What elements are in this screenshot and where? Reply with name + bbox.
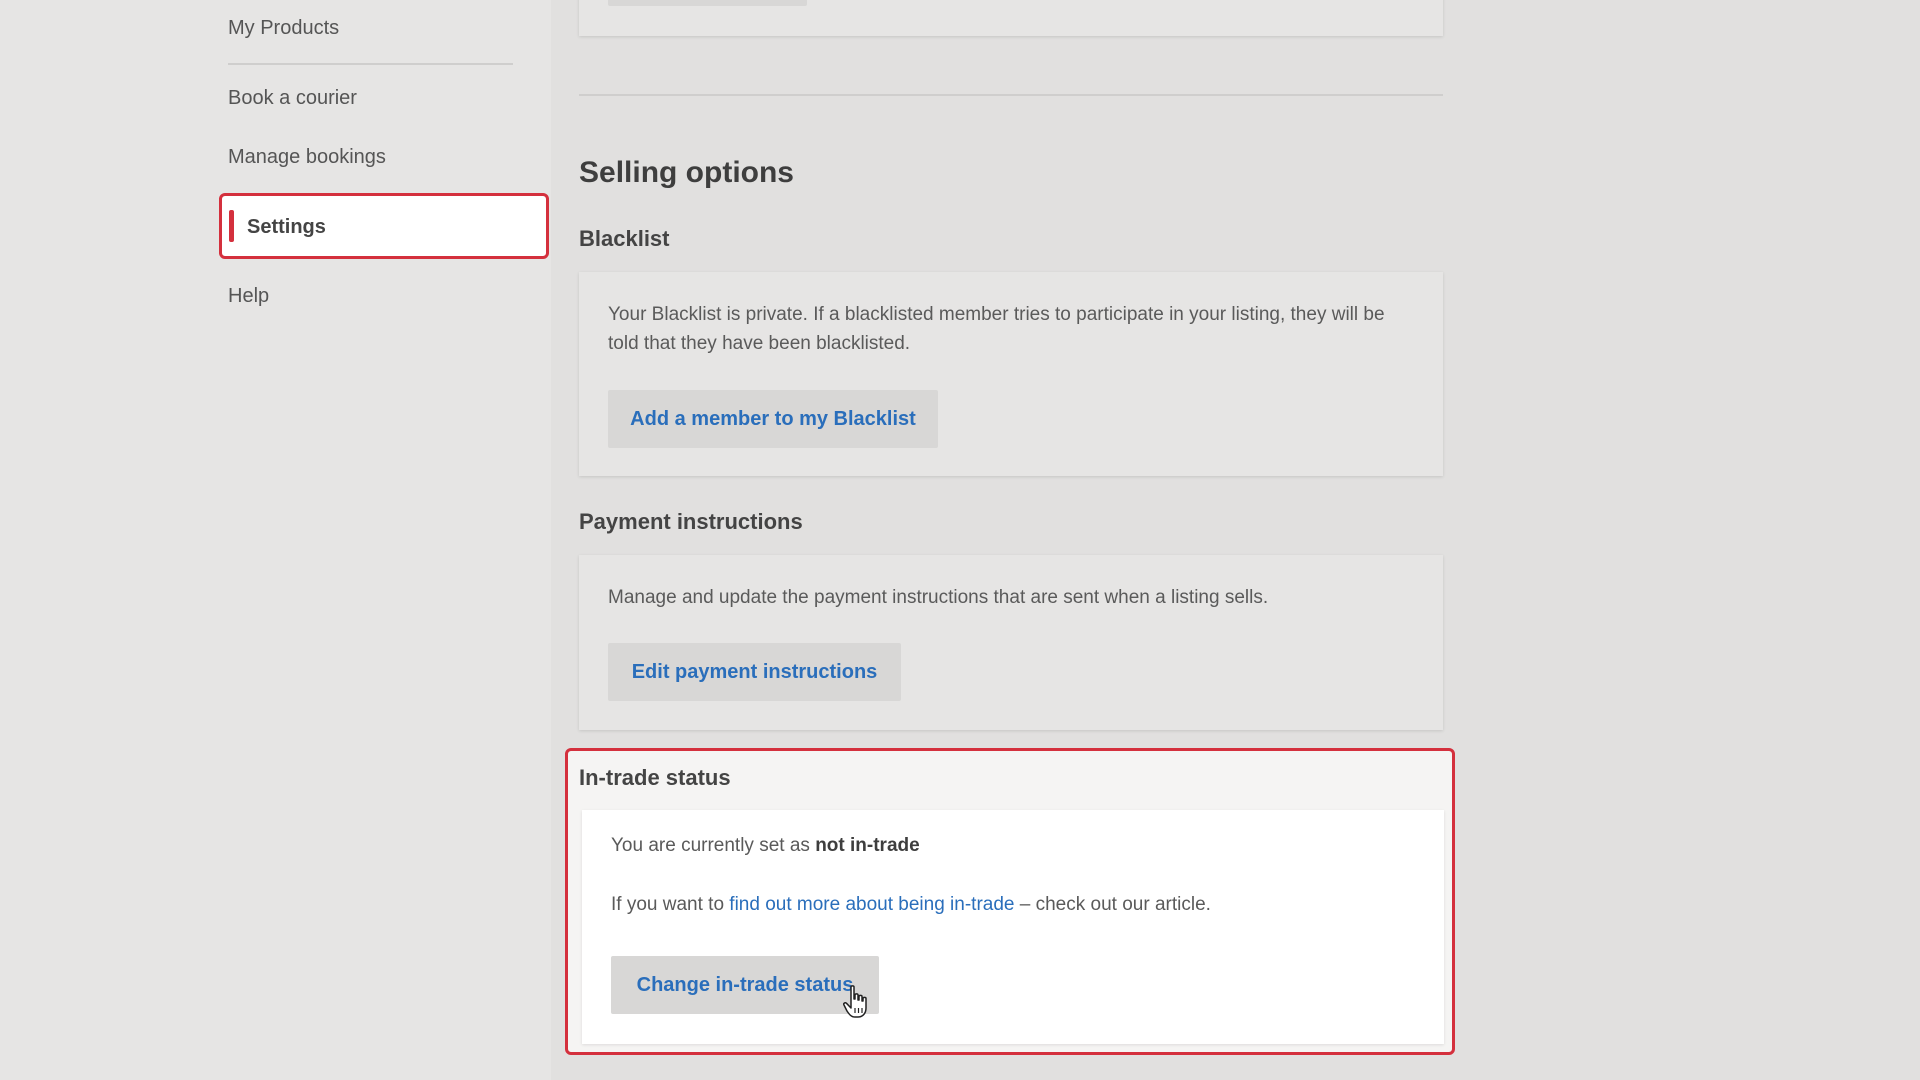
previous-card (579, 0, 1443, 36)
change-intrade-status-button[interactable]: Change in-trade status (611, 956, 879, 1014)
intrade-status-prefix: You are currently set as (611, 835, 816, 856)
sidebar-divider (228, 63, 513, 65)
intrade-status-text: You are currently set as not in-trade (611, 835, 920, 857)
previous-card-button[interactable] (608, 0, 807, 6)
sidebar-item-manage-bookings[interactable]: Manage bookings (228, 146, 386, 169)
active-indicator (229, 210, 234, 242)
sidebar-item-book-courier[interactable]: Book a courier (228, 87, 357, 110)
section-divider (579, 94, 1443, 96)
sidebar-item-settings[interactable]: Settings (219, 193, 549, 259)
blacklist-card: Your Blacklist is private. If a blacklis… (579, 272, 1443, 476)
sidebar: My Products Book a courier Manage bookin… (0, 0, 551, 1080)
payment-heading: Payment instructions (579, 509, 803, 534)
intrade-status-value: not in-trade (815, 835, 920, 856)
hand-cursor-icon (843, 985, 867, 1018)
sidebar-item-help[interactable]: Help (228, 285, 269, 308)
sidebar-item-my-products[interactable]: My Products (228, 17, 339, 40)
blacklist-heading: Blacklist (579, 226, 670, 251)
intrade-info-suffix: – check out our article. (1014, 894, 1211, 915)
intrade-article-link[interactable]: find out more about being in-trade (729, 894, 1014, 915)
payment-description: Manage and update the payment instructio… (608, 587, 1269, 608)
page-title: Selling options (579, 156, 794, 189)
intrade-info-prefix: If you want to (611, 894, 730, 915)
edit-payment-instructions-button[interactable]: Edit payment instructions (608, 643, 901, 701)
payment-card: Manage and update the payment instructio… (579, 555, 1443, 730)
intrade-card: You are currently set as not in-trade If… (582, 810, 1444, 1044)
sidebar-item-label: Settings (247, 216, 326, 238)
add-blacklist-member-button[interactable]: Add a member to my Blacklist (608, 390, 938, 448)
blacklist-description: Your Blacklist is private. If a blacklis… (608, 304, 1385, 354)
intrade-heading: In-trade status (579, 765, 731, 790)
intrade-info-text: If you want to find out more about being… (611, 894, 1211, 916)
intrade-section-highlight: In-trade status You are currently set as… (565, 748, 1455, 1055)
